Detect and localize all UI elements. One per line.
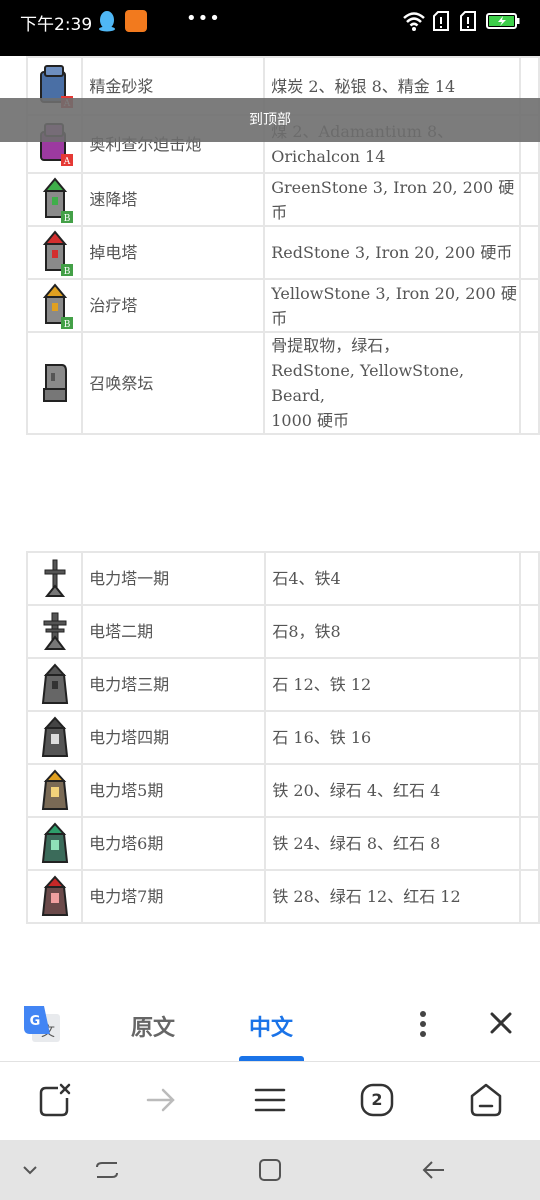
power-tower-1-icon (44, 559, 66, 597)
svg-text:B: B (63, 320, 70, 329)
more-dots-icon: ••• (186, 8, 221, 29)
close-icon[interactable] (488, 1010, 514, 1036)
tower-name: 掉电塔 (81, 225, 266, 280)
more-vert-icon[interactable] (411, 1008, 435, 1040)
red-tower-icon: B (42, 229, 73, 276)
tower-materials: 石8，铁8 (264, 604, 521, 659)
tower-materials: 石 16、铁 16 (264, 710, 521, 765)
menu-icon[interactable] (252, 1082, 288, 1118)
table-row: 电力塔三期 石 12、铁 12 (25, 657, 540, 712)
web-content[interactable]: A 精金砂浆 煤炭 2、秘银 8、精金 14 A 奥利查尔迫击炮 煤 2、Ada… (0, 56, 540, 1000)
tab-original[interactable]: 原文 (131, 1010, 175, 1042)
svg-text:B: B (63, 267, 70, 276)
sim1-icon (433, 11, 449, 31)
status-time: 下午2:39 (20, 15, 93, 35)
tower-name: 速降塔 (81, 172, 266, 227)
svg-text:G: G (30, 1014, 41, 1029)
system-nav-bar (0, 1140, 540, 1200)
tower-materials: 铁 28、绿石 12、红石 12 (264, 869, 521, 924)
tower-name: 电力塔四期 (81, 710, 267, 765)
table-row: 召唤祭坛 骨提取物，绿石， RedStone, YellowStone, Bea… (25, 331, 540, 435)
tower-name: 电力塔三期 (81, 657, 267, 712)
green-tower-icon: B (42, 176, 73, 223)
nav-home-icon[interactable] (256, 1157, 284, 1183)
tower-materials: 铁 20、绿石 4、红石 4 (264, 763, 521, 818)
nav-back-icon[interactable] (420, 1157, 448, 1183)
translate-bar: 文 G 原文 中文 (0, 1000, 540, 1062)
power-tower-5-icon (41, 769, 68, 810)
nav-recent-icon[interactable] (93, 1157, 121, 1183)
table-row: 电塔二期 石8，铁8 (25, 604, 540, 659)
table-row: 电力塔5期 铁 20、绿石 4、红石 4 (25, 763, 540, 818)
yellow-tower-icon: B (42, 282, 73, 329)
tower-materials: YellowStone 3, Iron 20, 200 硬币 (263, 278, 521, 333)
svg-text:B: B (63, 214, 70, 223)
tower-table-2: 电力塔一期 石4、铁4 电塔二期 石8，铁8 电力塔三期 石 12、铁 12 电… (25, 551, 540, 924)
uc-browser-icon (125, 10, 147, 32)
svg-text:A: A (62, 157, 70, 167)
forward-icon[interactable] (143, 1082, 179, 1118)
battery-charging-icon (486, 13, 520, 29)
tower-materials: 石 12、铁 12 (264, 657, 521, 712)
google-translate-icon[interactable]: 文 G (22, 1004, 62, 1044)
qq-icon (99, 11, 115, 32)
table-row: 电力塔一期 石4、铁4 (25, 551, 540, 606)
table-row: 电力塔四期 石 16、铁 16 (25, 710, 540, 765)
table-row: 电力塔7期 铁 28、绿石 12、红石 12 (25, 869, 540, 924)
tower-materials: 骨提取物，绿石， RedStone, YellowStone, Beard, 1… (263, 331, 521, 435)
nav-collapse-icon[interactable] (16, 1157, 44, 1183)
tabs-button[interactable]: 2 (359, 1082, 395, 1118)
wifi-icon (403, 12, 425, 31)
new-tab-icon[interactable] (36, 1082, 72, 1118)
summon-altar-icon (42, 364, 67, 402)
scroll-to-top-button[interactable]: 到顶部 (0, 98, 540, 142)
table-row: B 治疗塔 YellowStone 3, Iron 20, 200 硬币 (25, 278, 540, 333)
tower-name: 电塔二期 (81, 604, 267, 659)
tabs-count: 2 (371, 1090, 383, 1109)
tab-chinese[interactable]: 中文 (249, 1010, 293, 1042)
browser-toolbar: 2 (0, 1062, 540, 1140)
tower-name: 召唤祭坛 (81, 331, 266, 435)
tower-name: 电力塔6期 (81, 816, 267, 871)
tower-materials: GreenStone 3, Iron 20, 200 硬币 (263, 172, 521, 227)
power-tower-6-icon (41, 822, 68, 863)
tower-name: 治疗塔 (81, 278, 266, 333)
active-tab-indicator (239, 1056, 304, 1061)
power-tower-4-icon (41, 716, 68, 757)
tower-name: 电力塔7期 (81, 869, 267, 924)
table-row: B 速降塔 GreenStone 3, Iron 20, 200 硬币 (25, 172, 540, 227)
tower-materials: RedStone 3, Iron 20, 200 硬币 (263, 225, 521, 280)
tower-name: 电力塔一期 (81, 551, 267, 606)
power-tower-2-icon (43, 612, 67, 650)
tower-materials: 石4、铁4 (264, 551, 521, 606)
tower-materials: 铁 24、绿石 8、红石 8 (264, 816, 521, 871)
power-tower-7-icon (41, 875, 68, 916)
tower-name: 电力塔5期 (81, 763, 267, 818)
table-row: 电力塔6期 铁 24、绿石 8、红石 8 (25, 816, 540, 871)
home-icon[interactable] (468, 1082, 504, 1118)
table-row: B 掉电塔 RedStone 3, Iron 20, 200 硬币 (25, 225, 540, 280)
status-bar: 下午2:39 ••• (0, 0, 540, 56)
sim2-icon (460, 11, 476, 31)
power-tower-3-icon (41, 663, 68, 704)
